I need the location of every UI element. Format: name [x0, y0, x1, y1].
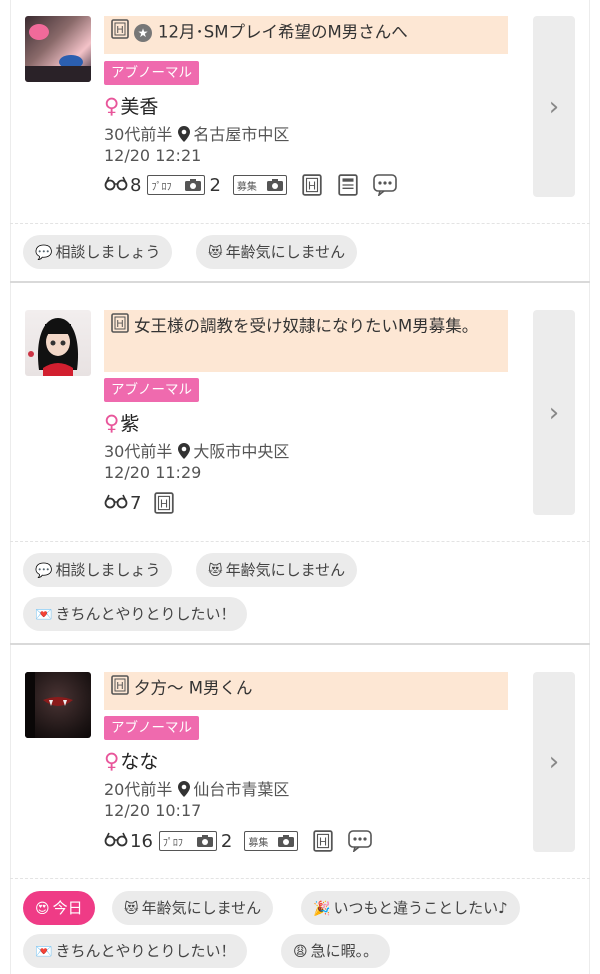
camera-icon — [278, 835, 295, 847]
post-title-text: 12月･SMプレイ希望のM男さんへ — [158, 22, 408, 42]
chip[interactable]: 😩 急に暇。。 — [281, 934, 391, 968]
svg-text:H: H — [116, 319, 124, 330]
svg-text:H: H — [160, 497, 168, 510]
post-title[interactable]: H 女王様の調教を受け奴隷になりたいM男募集。 — [104, 310, 508, 372]
h-icon: H — [312, 830, 334, 852]
chip[interactable]: 💌 きちんとやりとりしたい！ — [23, 597, 248, 631]
h-icon: H — [110, 313, 130, 341]
open-post-button[interactable]: › — [533, 672, 575, 852]
camera-icon — [185, 179, 202, 191]
profile-photo-badge: ﾌﾟﾛﾌ — [158, 831, 217, 851]
location-pin-icon — [178, 126, 191, 146]
chip[interactable]: 😻 年齢気にしません — [196, 235, 358, 269]
avatar[interactable] — [25, 310, 91, 376]
poster-name: ♀紫 — [104, 411, 140, 435]
right-border — [589, 0, 590, 974]
female-icon: ♀ — [104, 94, 120, 118]
age-location: 30代前半 名古屋市中区 — [104, 125, 290, 146]
view-count: 8 — [130, 174, 142, 196]
photo-count: 2 — [209, 174, 221, 196]
chevron-right-icon: › — [548, 91, 560, 122]
chat-icon — [348, 830, 373, 852]
open-post-button[interactable]: › — [533, 16, 575, 197]
chat-icon — [373, 174, 397, 196]
location-pin-icon — [178, 781, 191, 801]
post-datetime: 12/20 12:21 — [104, 146, 202, 165]
h-icon: H — [110, 675, 130, 703]
chip[interactable]: 💬 相談しましょう — [23, 553, 173, 587]
svg-text:H: H — [319, 835, 327, 848]
post-datetime: 12/20 11:29 — [104, 463, 202, 482]
camera-icon — [266, 179, 283, 191]
category-tag: アブノーマル — [104, 716, 199, 740]
divider — [10, 541, 590, 542]
post-title[interactable]: H 夕方〜 M男くん — [104, 672, 508, 710]
location-pin-icon — [178, 443, 191, 463]
glasses-icon — [104, 175, 128, 196]
svg-text:H: H — [116, 681, 124, 692]
poster-name: ♀なな — [104, 749, 159, 773]
category-tag: アブノーマル — [104, 61, 199, 85]
post-title[interactable]: H ★ 12月･SMプレイ希望のM男さんへ — [104, 16, 508, 54]
notebook-icon — [337, 174, 359, 196]
chevron-right-icon: › — [548, 747, 560, 777]
post-datetime: 12/20 10:17 — [104, 801, 202, 820]
chevron-right-icon: › — [548, 397, 560, 428]
poster-name: ♀美香 — [104, 94, 159, 118]
h-icon: H — [110, 19, 130, 47]
chip[interactable]: 😻 年齢気にしません — [196, 553, 358, 587]
glasses-icon — [104, 493, 128, 514]
avatar[interactable] — [25, 16, 91, 82]
view-count: 7 — [130, 492, 142, 514]
section-separator — [10, 281, 590, 283]
age-location: 20代前半 仙台市青葉区 — [104, 780, 290, 801]
left-border — [10, 0, 11, 974]
chip-today[interactable]: 😍 今日 — [23, 891, 95, 925]
h-icon: H — [153, 492, 175, 514]
female-icon: ♀ — [104, 749, 120, 773]
post-list: H ★ 12月･SMプレイ希望のM男さんへ アブノーマル ♀美香 30代前半 名古屋市… — [0, 0, 600, 974]
chip[interactable]: 💬 相談しましょう — [23, 235, 173, 269]
camera-icon — [196, 835, 213, 847]
age-location: 30代前半 大阪市中央区 — [104, 442, 290, 463]
stats-row: 8 ﾌﾟﾛﾌ 2 募集 H — [104, 173, 397, 197]
category-tag: アブノーマル — [104, 378, 199, 402]
chip[interactable]: 😻 年齢気にしません — [112, 891, 274, 925]
h-icon: H — [301, 174, 323, 196]
svg-text:H: H — [308, 179, 316, 192]
post-title-text: 女王様の調教を受け奴隷になりたいM男募集。 — [134, 316, 479, 336]
avatar[interactable] — [25, 672, 91, 738]
female-icon: ♀ — [104, 411, 120, 435]
svg-text:H: H — [116, 25, 124, 36]
recruit-photo-badge: 募集 — [232, 175, 287, 195]
view-count: 16 — [130, 830, 153, 852]
chip[interactable]: 🎉 いつもと違うことしたい♪ — [301, 891, 520, 925]
divider — [10, 223, 590, 224]
star-icon: ★ — [134, 24, 152, 42]
section-separator — [10, 643, 590, 645]
glasses-icon — [104, 831, 128, 852]
open-post-button[interactable]: › — [533, 310, 575, 515]
divider — [10, 878, 590, 879]
stats-row: 7 H — [104, 491, 175, 515]
chip[interactable]: 💌 きちんとやりとりしたい！ — [23, 934, 248, 968]
post-title-text: 夕方〜 M男くん — [134, 678, 253, 698]
profile-photo-badge: ﾌﾟﾛﾌ — [147, 175, 206, 195]
stats-row: 16 ﾌﾟﾛﾌ 2 募集 H — [104, 829, 373, 853]
photo-count: 2 — [220, 830, 233, 852]
recruit-photo-badge: 募集 — [244, 831, 299, 851]
